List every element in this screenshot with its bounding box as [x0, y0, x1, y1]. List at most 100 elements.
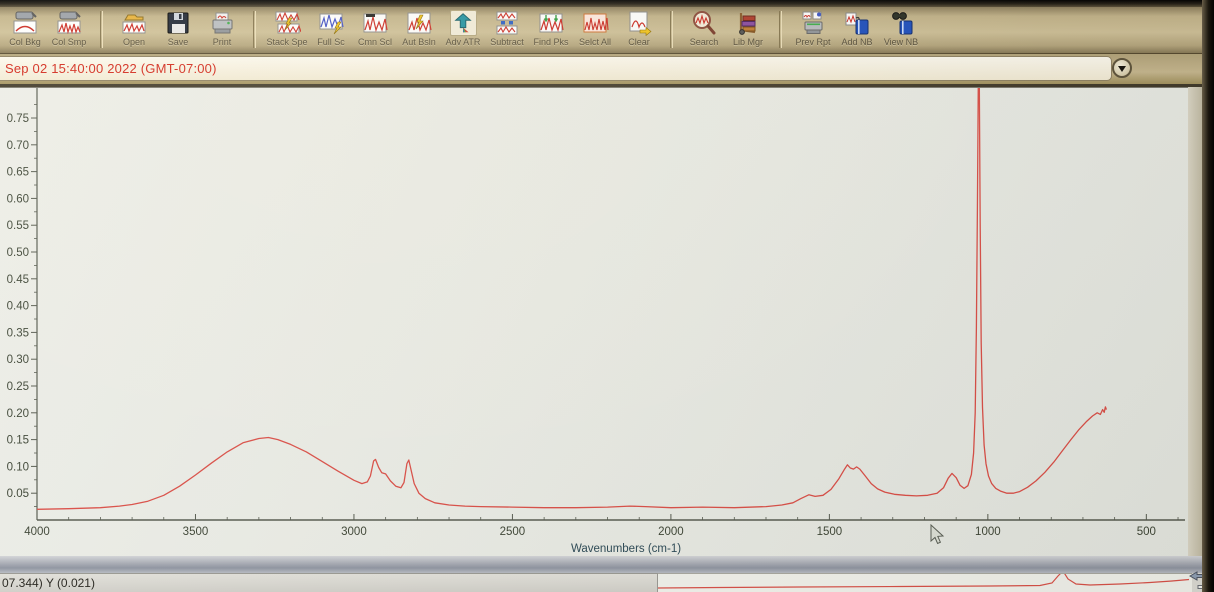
toolbar-label: Col Bkg	[3, 37, 47, 47]
toolbar-label: Search	[682, 37, 726, 47]
toolbar-button-lib-mgr[interactable]: Lib Mgr	[726, 10, 770, 47]
save-icon	[165, 10, 192, 36]
x-tick-label: 2000	[658, 526, 684, 538]
toolbar-button-stack-spe[interactable]: Stack Spe	[265, 10, 309, 47]
spectrum-dropdown-button[interactable]	[1112, 58, 1132, 78]
x-tick-label: 4000	[24, 526, 50, 538]
toolbar-button-col-bkg[interactable]: Col Bkg	[3, 10, 47, 47]
y-tick-label: 0.20	[7, 408, 29, 420]
advanced-atr-icon	[450, 10, 477, 36]
x-axis-title: Wavenumbers (cm-1)	[571, 543, 681, 555]
view-notebook-icon	[888, 10, 915, 36]
stack-spectra-icon	[274, 10, 301, 36]
x-tick-label: 2500	[500, 526, 526, 538]
x-tick-label: 1000	[975, 526, 1001, 538]
mini-spectrum-curve	[658, 574, 1189, 588]
toolbar-label: Full Sc	[309, 37, 353, 47]
toolbar-button-col-smp[interactable]: Col Smp	[47, 10, 91, 47]
window-divider-band[interactable]	[0, 556, 1202, 573]
screen-top-bezel	[0, 0, 1214, 7]
toolbar-label: Print	[200, 37, 244, 47]
y-tick-label: 0.15	[7, 435, 29, 447]
search-icon	[691, 10, 718, 36]
open-icon	[121, 10, 148, 36]
toolbar-button-selct-all[interactable]: Selct All	[573, 10, 617, 47]
y-tick-label: 0.40	[7, 301, 29, 313]
spectrum-curve	[37, 88, 1106, 509]
toolbar-label: Subtract	[485, 37, 529, 47]
toolbar-button-search[interactable]: Search	[682, 10, 726, 47]
y-tick-label: 0.10	[7, 461, 29, 473]
toolbar-label: Lib Mgr	[726, 37, 770, 47]
toolbar-label: View NB	[879, 37, 923, 47]
print-icon	[209, 10, 236, 36]
toolbar-button-cmn-scl[interactable]: Cmn Scl	[353, 10, 397, 47]
x-tick-label: 3500	[183, 526, 209, 538]
spectrum-chart-pane: 0.05 0.10 0.15 0.20 0.25 0.30 0.35 0.40 0.45 0.50…	[0, 87, 1188, 557]
toolbar-button-prev-rpt[interactable]: Prev Rpt	[791, 10, 835, 47]
toolbar-separator	[253, 11, 256, 48]
screen-right-bezel	[1202, 0, 1214, 592]
find-peaks-icon	[538, 10, 565, 36]
y-tick-label: 0.35	[7, 327, 29, 339]
toolbar-separator	[779, 11, 782, 48]
toolbar-label: Aut Bsln	[397, 37, 441, 47]
toolbar-button-open[interactable]: Open	[112, 10, 156, 47]
library-manager-icon	[735, 10, 762, 36]
toolbar-label: Open	[112, 37, 156, 47]
toolbar-button-subtract[interactable]: Subtract	[485, 10, 529, 47]
y-tick-label: 0.50	[7, 247, 29, 259]
clear-icon	[626, 10, 653, 36]
collect-background-icon	[12, 10, 39, 36]
toolbar-button-clear[interactable]: Clear	[617, 10, 661, 47]
screenshot-root: Col Bkg Col Smp Open Save Print Stack Sp…	[0, 0, 1214, 592]
y-tick-label: 0.70	[7, 140, 29, 152]
spectrum-chart: 0.05 0.10 0.15 0.20 0.25 0.30 0.35 0.40 0.45 0.50…	[0, 88, 1188, 557]
timestamp-text: Sep 02 15:40:00 2022 (GMT-07:00)	[0, 61, 217, 76]
toolbar-button-find-pks[interactable]: Find Pks	[529, 10, 573, 47]
timestamp-bar: Sep 02 15:40:00 2022 (GMT-07:00)	[0, 56, 1112, 81]
add-notebook-icon	[844, 10, 871, 36]
main-toolbar: Col Bkg Col Smp Open Save Print Stack Sp…	[0, 7, 1202, 54]
toolbar-button-full-sc[interactable]: Full Sc	[309, 10, 353, 47]
chevron-down-icon	[1118, 66, 1126, 72]
mini-spectrum-preview	[658, 574, 1192, 592]
toolbar-button-adv-atr[interactable]: Adv ATR	[441, 10, 485, 47]
y-tick-label: 0.25	[7, 381, 29, 393]
toolbar-separator	[670, 11, 673, 48]
collect-sample-icon	[56, 10, 83, 36]
auto-baseline-icon	[406, 10, 433, 36]
toolbar-button-aut-bsln[interactable]: Aut Bsln	[397, 10, 441, 47]
subtract-icon	[494, 10, 521, 36]
toolbar-label: Stack Spe	[265, 37, 309, 47]
x-tick-label: 3000	[341, 526, 367, 538]
toolbar-label: Add NB	[835, 37, 879, 47]
y-tick-label: 0.55	[7, 220, 29, 232]
x-tick-label: 500	[1137, 526, 1156, 538]
next-spectrum-pane	[658, 573, 1192, 592]
y-tick-label: 0.45	[7, 274, 29, 286]
x-tick-label: 1500	[817, 526, 843, 538]
toolbar-label: Col Smp	[47, 37, 91, 47]
y-tick-label: 0.05	[7, 488, 29, 500]
select-all-icon	[582, 10, 609, 36]
toolbar-label: Adv ATR	[441, 37, 485, 47]
toolbar-label: Cmn Scl	[353, 37, 397, 47]
toolbar-button-view-nb[interactable]: View NB	[879, 10, 923, 47]
y-tick-label: 0.30	[7, 354, 29, 366]
toolbar-button-print[interactable]: Print	[200, 10, 244, 47]
pane-right-margin	[1188, 87, 1202, 556]
toolbar-label: Clear	[617, 37, 661, 47]
toolbar-separator	[100, 11, 103, 48]
common-scale-icon	[362, 10, 389, 36]
full-scale-icon	[318, 10, 345, 36]
toolbar-label: Prev Rpt	[791, 37, 835, 47]
y-tick-label: 0.75	[7, 113, 29, 125]
toolbar-button-add-nb[interactable]: Add NB	[835, 10, 879, 47]
preview-report-icon	[800, 10, 827, 36]
toolbar-label: Find Pks	[529, 37, 573, 47]
y-tick-label: 0.60	[7, 193, 29, 205]
toolbar-label: Selct All	[573, 37, 617, 47]
cursor-position-readout: 07.344) Y (0.021)	[0, 573, 658, 592]
toolbar-button-save[interactable]: Save	[156, 10, 200, 47]
